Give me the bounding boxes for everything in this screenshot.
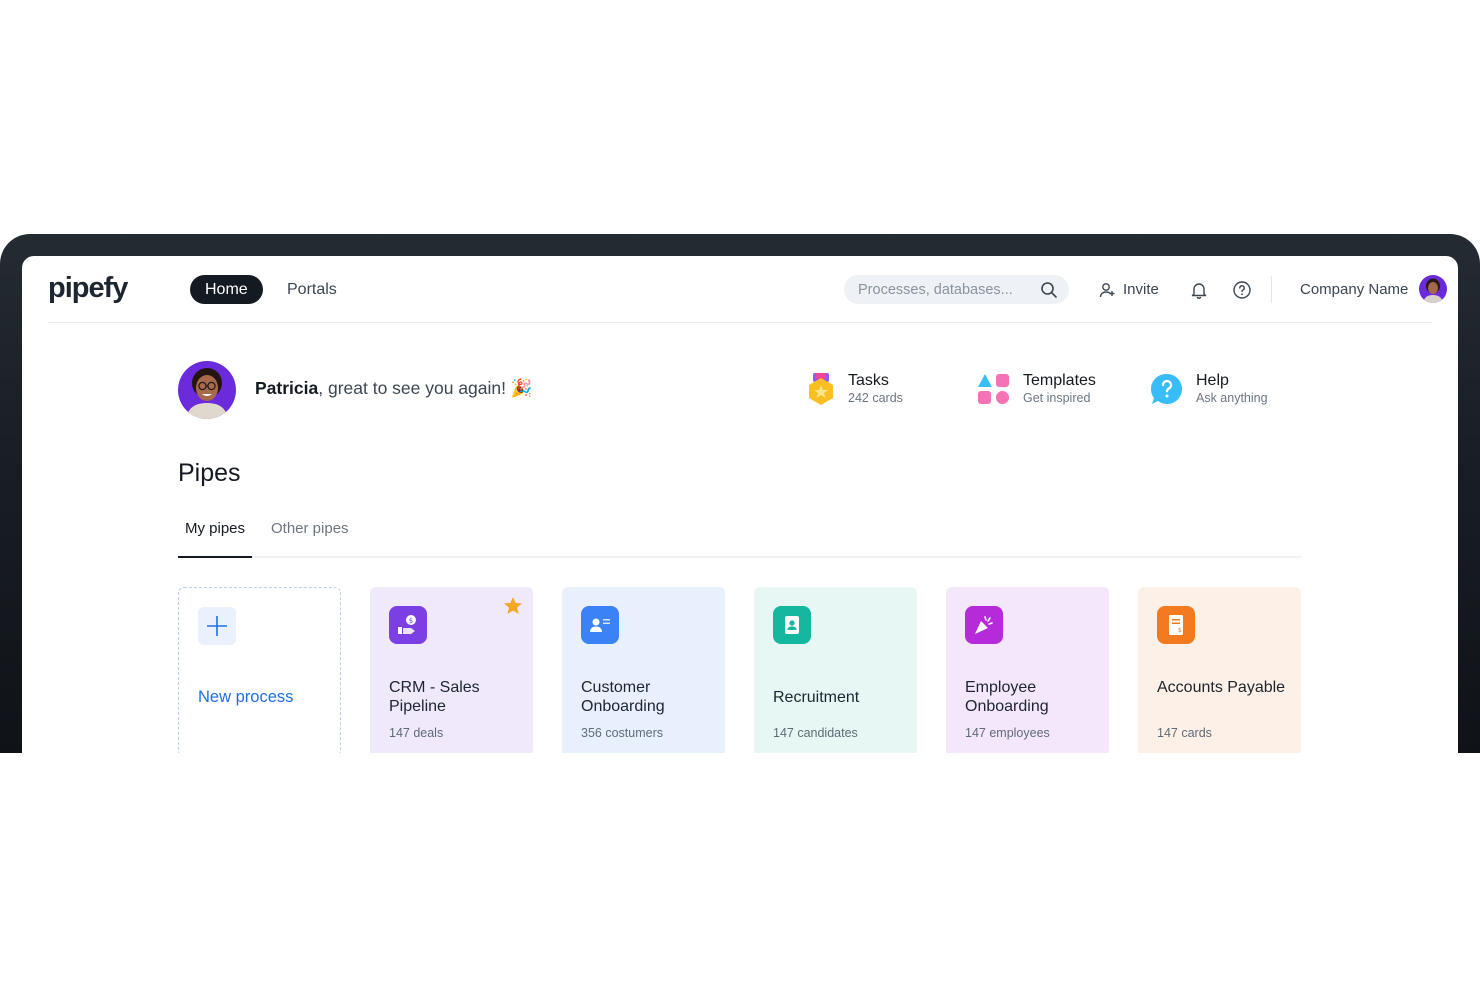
shortcut-title: Templates bbox=[1023, 372, 1096, 389]
greeting-avatar bbox=[178, 361, 236, 419]
pipes-tabs: My pipes Other pipes bbox=[178, 516, 1301, 558]
pipe-card-employee-onboarding[interactable]: Employee Onboarding 147 employees bbox=[946, 587, 1109, 753]
pipe-card-count: 147 cards bbox=[1157, 726, 1212, 740]
pipe-card-title: Customer Onboarding bbox=[581, 679, 665, 715]
svg-text:$: $ bbox=[1178, 627, 1182, 634]
new-process-card[interactable]: New process bbox=[178, 587, 341, 753]
user-avatar[interactable] bbox=[1419, 275, 1447, 303]
shortcut-subtitle: Ask anything bbox=[1196, 391, 1268, 405]
money-hand-icon: $ bbox=[389, 606, 427, 644]
user-first-name: Patricia bbox=[255, 378, 319, 398]
search-input[interactable] bbox=[858, 275, 1038, 304]
pipe-card-count: 147 employees bbox=[965, 726, 1050, 740]
shortcut-tasks[interactable]: Tasks 242 cards bbox=[806, 372, 903, 406]
pipe-card-crm[interactable]: $ CRM - Sales Pipeline 147 deals bbox=[370, 587, 533, 753]
shortcut-subtitle: 242 cards bbox=[848, 391, 903, 405]
search-icon[interactable] bbox=[1040, 281, 1058, 299]
new-process-label: New process bbox=[198, 688, 294, 706]
tasks-badge-icon bbox=[809, 373, 833, 405]
tab-other-pipes[interactable]: Other pipes bbox=[271, 520, 349, 537]
company-name[interactable]: Company Name bbox=[1300, 275, 1408, 304]
shortcut-title: Help bbox=[1196, 372, 1229, 389]
top-bar: pipefy Home Portals Invite bbox=[48, 256, 1447, 323]
pipe-card-recruitment[interactable]: Recruitment 147 candidates bbox=[754, 587, 917, 753]
avatar-portrait-icon bbox=[186, 368, 228, 419]
shortcut-title: Tasks bbox=[848, 372, 889, 389]
shortcut-help[interactable]: Help Ask anything bbox=[1150, 372, 1268, 406]
app-screen: pipefy Home Portals Invite bbox=[22, 256, 1458, 753]
invite-label: Invite bbox=[1123, 281, 1159, 298]
pipe-card-title: Accounts Payable bbox=[1157, 679, 1286, 696]
help-bubble-icon bbox=[1150, 373, 1182, 404]
pipe-card-title: Employee Onboarding bbox=[965, 679, 1049, 715]
greeting-text: Patricia, great to see you again! 🎉 bbox=[255, 378, 533, 399]
page: pipefy Home Portals Invite bbox=[0, 0, 1480, 987]
party-popper-icon bbox=[965, 606, 1003, 644]
tab-my-pipes[interactable]: My pipes bbox=[178, 520, 252, 558]
svg-text:$: $ bbox=[409, 617, 413, 625]
help-icon[interactable] bbox=[1232, 280, 1252, 300]
pipe-card-count: 147 deals bbox=[389, 726, 444, 740]
pipe-card-title: Recruitment bbox=[773, 689, 860, 706]
pipe-card-title: CRM - Sales Pipeline bbox=[389, 679, 480, 715]
search-bar[interactable] bbox=[844, 275, 1069, 304]
avatar-portrait-icon bbox=[1423, 278, 1443, 303]
plus-icon bbox=[198, 607, 236, 645]
templates-shapes-icon bbox=[978, 374, 1009, 404]
topbar-divider bbox=[1271, 276, 1272, 303]
shortcut-subtitle: Get inspired bbox=[1023, 391, 1091, 405]
add-user-icon bbox=[1099, 282, 1115, 297]
id-badge-icon bbox=[773, 606, 811, 644]
invoice-icon: $ bbox=[1157, 606, 1195, 644]
contact-card-icon bbox=[581, 606, 619, 644]
nav-home[interactable]: Home bbox=[190, 275, 263, 304]
nav-portals[interactable]: Portals bbox=[287, 275, 337, 304]
bell-icon[interactable] bbox=[1189, 280, 1209, 300]
pipe-card-customer-onboarding[interactable]: Customer Onboarding 356 costumers bbox=[562, 587, 725, 753]
shortcut-templates[interactable]: Templates Get inspired bbox=[977, 372, 1096, 406]
pipe-card-count: 356 costumers bbox=[581, 726, 663, 740]
greeting-message: , great to see you again! 🎉 bbox=[318, 378, 533, 398]
pipe-card-accounts-payable[interactable]: $ Accounts Payable 147 cards bbox=[1138, 587, 1301, 753]
pipefy-logo[interactable]: pipefy bbox=[48, 272, 128, 305]
pipes-heading: Pipes bbox=[178, 459, 241, 487]
pipe-card-count: 147 candidates bbox=[773, 726, 858, 740]
star-icon[interactable] bbox=[503, 596, 523, 616]
invite-button[interactable]: Invite bbox=[1099, 275, 1159, 304]
